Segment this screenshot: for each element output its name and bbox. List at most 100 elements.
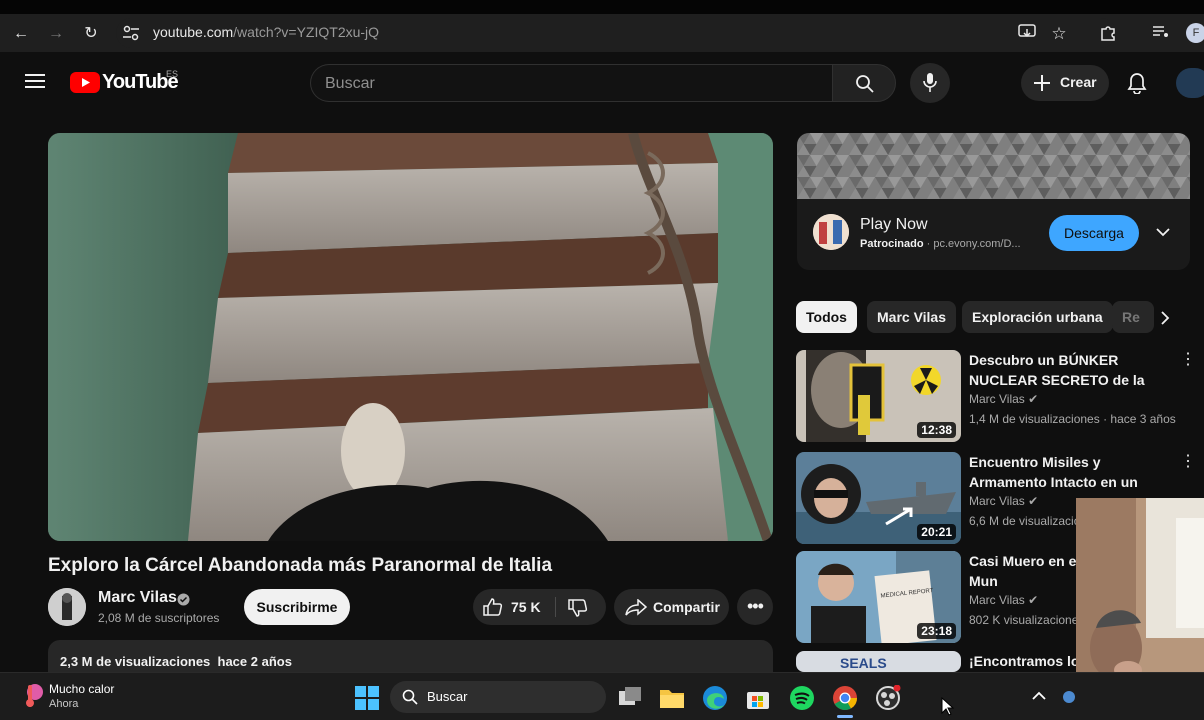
region-code: ES <box>166 69 179 79</box>
search-icon <box>856 75 874 93</box>
more-vertical-icon[interactable]: ⋮ <box>1180 454 1196 470</box>
url-text[interactable]: youtube.com/watch?v=YZIQT2xu-jQ <box>153 24 379 40</box>
chevron-right-icon[interactable] <box>1160 311 1170 325</box>
site-settings-icon[interactable] <box>122 25 140 41</box>
weather-icon[interactable] <box>20 681 46 709</box>
reco-thumbnail-4[interactable]: SEALS <box>796 651 961 672</box>
mouse-cursor-icon <box>941 697 955 716</box>
extensions-icon[interactable] <box>1099 23 1117 41</box>
reco-title[interactable]: Encuentro Misiles y Armamento Intacto en… <box>969 452 1174 492</box>
obs-recorder-icon[interactable] <box>875 685 901 711</box>
create-button[interactable]: Crear <box>1021 65 1109 101</box>
like-divider <box>555 597 556 617</box>
windows-start-icon[interactable] <box>354 685 380 711</box>
share-arrow-icon <box>625 599 647 616</box>
ad-title: Play Now <box>860 216 928 233</box>
file-explorer-icon[interactable] <box>659 685 685 711</box>
reco-channel-name: Marc Vilas <box>969 593 1025 607</box>
reco-channel[interactable]: Marc Vilas ✔ <box>969 593 1038 607</box>
video-player[interactable] <box>48 133 773 541</box>
taskbar-search-label: Buscar <box>427 689 468 704</box>
reco-thumbnail-2[interactable]: 20:21 <box>796 452 961 544</box>
ad-meta: Patrocinado · pc.evony.com/D... <box>860 238 1021 250</box>
forward-icon[interactable]: → <box>45 23 67 45</box>
channel-avatar[interactable] <box>48 588 86 626</box>
subscriber-count: 2,08 M de suscriptores <box>98 611 220 625</box>
url-path: /watch?v=YZIQT2xu-jQ <box>233 24 380 40</box>
voice-search-button[interactable] <box>910 63 950 103</box>
reload-icon[interactable]: ↻ <box>80 23 102 45</box>
reco-item-1[interactable]: 12:38 Descubro un BÚNKER NUCLEAR SECRETO… <box>796 350 1196 444</box>
browser-tab-strip <box>0 0 1204 14</box>
ad-download-button[interactable]: Descarga <box>1049 215 1139 251</box>
more-horizontal-icon: ••• <box>747 596 764 616</box>
weather-subtitle: Ahora <box>49 698 79 710</box>
video-title: Exploro la Cárcel Abandonada más Paranor… <box>48 555 553 576</box>
account-avatar[interactable] <box>1176 68 1204 98</box>
microsoft-store-icon[interactable] <box>745 685 771 711</box>
chip-marc-vilas[interactable]: Marc Vilas <box>867 301 957 333</box>
search-box[interactable] <box>310 64 832 102</box>
chrome-icon[interactable] <box>832 685 858 711</box>
video-duration: 12:38 <box>917 422 956 438</box>
search-input[interactable] <box>325 73 805 95</box>
thumbs-down-icon[interactable] <box>568 599 588 617</box>
reco-channel-name: Marc Vilas <box>969 494 1025 508</box>
search-button[interactable] <box>832 64 896 102</box>
plus-icon <box>1034 75 1050 91</box>
reco-meta: 1,4 M de visualizaciones · hace 3 años <box>969 412 1176 426</box>
tray-app-icon[interactable] <box>1062 690 1076 704</box>
reco-channel[interactable]: Marc Vilas ✔ <box>969 392 1038 406</box>
microphone-icon <box>923 73 937 92</box>
reco-title[interactable]: Descubro un BÚNKER NUCLEAR SECRETO de la… <box>969 350 1174 390</box>
like-button[interactable]: 75 K <box>473 589 555 625</box>
subscribe-button[interactable]: Suscribirme <box>244 589 350 625</box>
weather-title[interactable]: Mucho calor <box>49 682 114 696</box>
verified-icon <box>177 593 190 606</box>
reco-channel[interactable]: Marc Vilas ✔ <box>969 494 1038 508</box>
share-button[interactable]: Compartir <box>614 589 729 625</box>
chip-all[interactable]: Todos <box>796 301 857 333</box>
youtube-logo-icon[interactable] <box>70 72 100 93</box>
chrome-active-indicator <box>837 715 853 718</box>
channel-name[interactable]: Marc Vilas <box>98 589 177 607</box>
spotify-icon[interactable] <box>789 685 815 711</box>
thumbs-up-icon <box>483 598 503 616</box>
like-count: 75 K <box>511 599 541 615</box>
sponsored-ad-card[interactable]: Play Now Patrocinado · pc.evony.com/D...… <box>797 133 1190 270</box>
reco-meta: 802 K visualizaciones <box>969 613 1085 627</box>
profile-avatar[interactable]: F <box>1186 23 1204 43</box>
youtube-masthead: YouTube ES Crear <box>0 52 1204 112</box>
media-controls-icon[interactable] <box>1152 25 1170 39</box>
chevron-down-icon[interactable] <box>1156 227 1170 237</box>
ad-banner-image <box>797 133 1190 199</box>
chip-urban-exploration[interactable]: Exploración urbana <box>962 301 1113 333</box>
reco-channel-name: Marc Vilas <box>969 392 1025 406</box>
notifications-bell-icon[interactable] <box>1127 72 1147 94</box>
url-host: youtube.com <box>153 24 234 40</box>
menu-icon[interactable] <box>25 70 45 92</box>
taskbar-search[interactable]: Buscar <box>390 681 606 713</box>
browser-toolbar: ← → ↻ youtube.com/watch?v=YZIQT2xu-jQ ☆ … <box>0 14 1204 52</box>
verified-icon: ✔ <box>1028 392 1039 406</box>
bookmark-star-icon[interactable]: ☆ <box>1048 23 1070 45</box>
share-label: Compartir <box>653 599 720 615</box>
create-label: Crear <box>1060 74 1097 90</box>
back-icon[interactable]: ← <box>10 23 32 45</box>
reco-thumbnail-3[interactable]: MEDICAL REPORT 23:18 <box>796 551 961 643</box>
advertiser-logo <box>813 214 849 250</box>
chip-partial[interactable]: Re <box>1112 301 1154 333</box>
reco-thumbnail-1[interactable]: 12:38 <box>796 350 961 442</box>
edge-browser-icon[interactable] <box>702 685 728 711</box>
video-duration: 20:21 <box>917 524 956 540</box>
task-view-icon[interactable] <box>617 685 643 711</box>
verified-icon: ✔ <box>1028 494 1039 508</box>
video-frame-image <box>48 133 773 541</box>
more-vertical-icon[interactable]: ⋮ <box>1180 352 1196 368</box>
more-actions-button[interactable]: ••• <box>737 589 773 625</box>
verified-icon: ✔ <box>1028 593 1039 607</box>
install-app-icon[interactable] <box>1018 24 1036 40</box>
seals-text: SEALS <box>840 655 887 671</box>
search-icon <box>402 689 418 705</box>
show-hidden-icons-chevron-icon[interactable] <box>1032 691 1046 701</box>
